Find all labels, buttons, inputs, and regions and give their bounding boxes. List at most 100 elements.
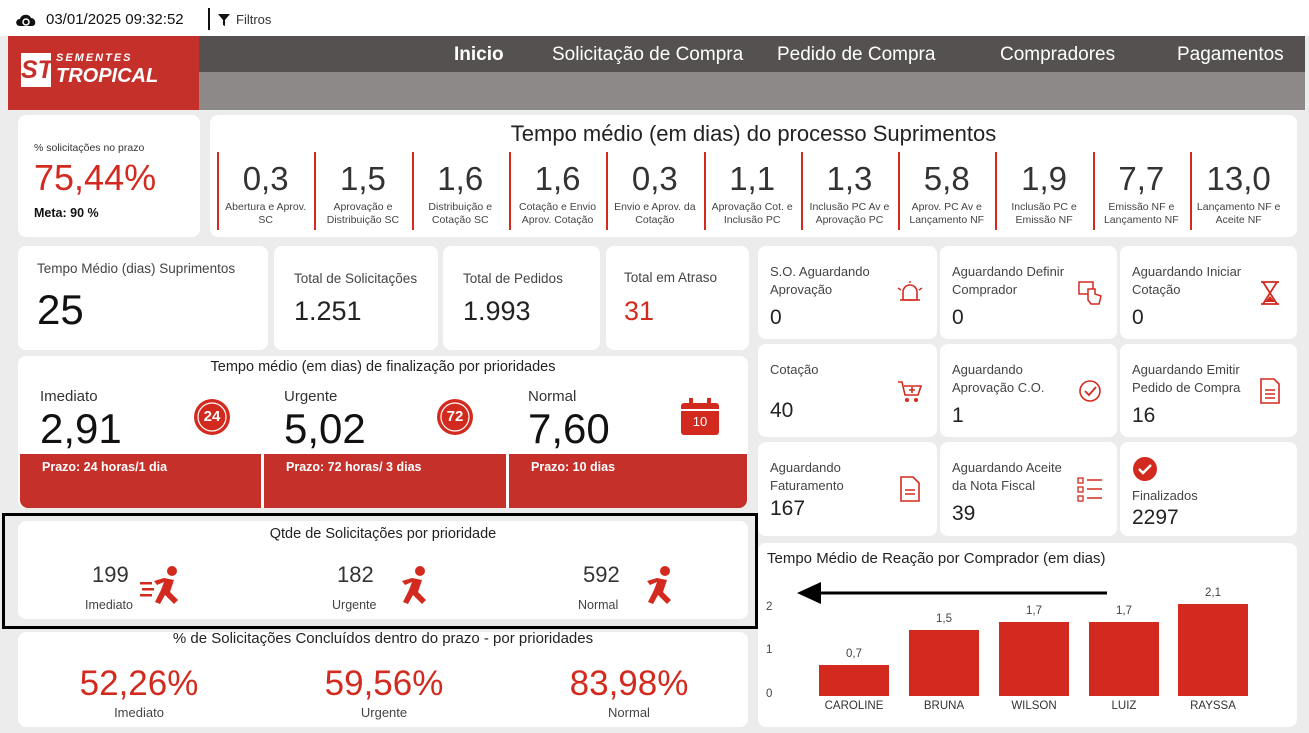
deadline-strip: Prazo: 72 horas/ 3 dias <box>264 454 506 508</box>
total-orders-value: 1.993 <box>463 296 531 326</box>
header: ST SEMENTES TROPICAL Inicio Solicitação … <box>8 36 1305 110</box>
alarm-bell-icon <box>897 281 923 301</box>
deadline-strip: Prazo: 24 horas/1 dia <box>20 454 261 508</box>
calendar-text: 10 <box>692 414 708 429</box>
status-card-label: Finalizados <box>1132 488 1198 503</box>
logo-line2: TROPICAL <box>56 65 159 87</box>
priority-pct-label: Normal <box>608 705 650 720</box>
priority-pct-label: Urgente <box>360 705 408 720</box>
stage-value: 1,5 <box>340 160 386 197</box>
stage-label: Inclusão PC e Emissão NF <box>1011 201 1077 226</box>
nav-solicitacao-compra[interactable]: Solicitação de Compra <box>552 44 743 66</box>
priority-pct-title: % de Solicitações Concluídos dentro do p… <box>172 630 594 647</box>
priority-count-value: 199 <box>92 562 129 587</box>
logo-mark: ST <box>21 53 53 87</box>
chart-bar[interactable] <box>1178 604 1248 696</box>
walking-icon <box>647 566 671 604</box>
clock-badge-text: 72 <box>446 408 464 425</box>
status-card-label: Aguardando Definir Comprador <box>952 264 1065 297</box>
bar-value-label: 0,7 <box>846 648 862 661</box>
hourglass-icon <box>1261 281 1279 305</box>
cart-add-icon <box>898 381 923 402</box>
top-toolbar: 03/01/2025 09:32:52 Filtros <box>0 0 1309 36</box>
deadline-kpi-target: Meta: 90 % <box>34 206 99 220</box>
total-orders-card: Total de Pedidos 1.993 <box>443 246 600 350</box>
stage-label: Emissão NF e Lançamento NF <box>1103 201 1179 226</box>
priority-pct-label: Imediato <box>114 705 164 720</box>
priority-pct-value: 59,56% <box>324 664 444 703</box>
logo-line1: SEMENTES <box>56 52 133 64</box>
status-card-value: 2297 <box>1132 506 1179 529</box>
deadline-kpi-label: % solicitações no prazo <box>34 142 145 154</box>
stage-label: Abertura e Aprov. SC <box>225 201 307 226</box>
chart-bar[interactable] <box>909 630 979 696</box>
y-tick-label: 0 <box>766 688 773 700</box>
priority-count-label: Imediato <box>85 598 133 612</box>
avg-time-card: Tempo Médio (dias) Suprimentos 25 <box>18 246 268 350</box>
status-card-label: Cotação <box>770 362 819 377</box>
running-icon <box>402 566 426 604</box>
document-icon <box>1260 378 1280 404</box>
stage-label: Distribuição e Cotação SC <box>428 201 493 226</box>
invoice-icon <box>900 476 920 502</box>
main-nav: Inicio Solicitação de Compra Pedido de C… <box>199 36 1305 72</box>
bar-value-label: 1,5 <box>936 613 952 626</box>
chart-bar[interactable] <box>819 665 889 696</box>
refresh-timestamp: 03/01/2025 09:32:52 <box>46 11 184 28</box>
priority-avg-value: 2,91 <box>40 405 122 452</box>
priority-count-value: 592 <box>583 562 620 587</box>
status-card-label: Aguardando Emitir Pedido de Compra <box>1132 362 1241 395</box>
total-requests-label: Total de Solicitações <box>294 271 418 286</box>
stage-label: Cotação e Envio Aprov. Cotação <box>519 201 597 226</box>
priority-label: Urgente <box>284 388 338 405</box>
stage-value: 5,8 <box>923 160 970 197</box>
x-tick-label: RAYSSA <box>1190 700 1236 712</box>
nav-pedido-compra[interactable]: Pedido de Compra <box>777 44 935 66</box>
check-badge-icon <box>1079 380 1101 402</box>
stage-value: 1,3 <box>826 160 873 197</box>
stage-label: Lançamento NF e Aceite NF <box>1196 201 1281 226</box>
status-card-value: 40 <box>770 399 794 422</box>
chart-title: Tempo Médio de Reação por Comprador (em … <box>767 550 1106 567</box>
process-title: Tempo médio (em dias) do processo Suprim… <box>510 121 997 146</box>
priority-avg-value: 5,02 <box>284 405 366 452</box>
total-orders-label: Total de Pedidos <box>463 271 563 286</box>
status-card-value: 1 <box>952 404 964 427</box>
priority-pct-value: 52,26% <box>79 664 199 703</box>
priority-time-title: Tempo médio (em dias) de finalização por… <box>210 359 556 375</box>
hand-pointer-icon <box>1078 281 1102 305</box>
x-tick-label: CAROLINE <box>824 700 884 712</box>
chart-bar[interactable] <box>999 621 1069 696</box>
cloud-refresh-icon[interactable] <box>14 10 38 28</box>
chart-bar[interactable] <box>1089 621 1159 696</box>
avg-time-value: 25 <box>37 286 84 333</box>
arrow-left-icon <box>797 582 1107 604</box>
y-tick-label: 1 <box>766 644 773 657</box>
priority-count-label: Normal <box>578 598 619 612</box>
stage-label: Aprov. PC Av e Lançamento NF <box>909 201 985 226</box>
priority-count-title: Qtde de Solicitações por prioridade <box>269 526 497 542</box>
nav-pagamentos[interactable]: Pagamentos <box>1177 44 1284 66</box>
status-card-value: 167 <box>770 497 806 520</box>
status-card-value: 39 <box>952 502 976 525</box>
stage-value: 0,3 <box>631 160 678 197</box>
running-fast-icon <box>140 566 178 604</box>
x-tick-label: BRUNA <box>923 700 965 712</box>
nav-compradores[interactable]: Compradores <box>1000 44 1115 66</box>
nav-inicio[interactable]: Inicio <box>454 44 504 66</box>
deadline-strip: Prazo: 10 dias <box>509 454 747 508</box>
checklist-icon <box>1077 477 1102 502</box>
total-late-label: Total em Atraso <box>624 270 718 285</box>
stage-value: 1,6 <box>437 160 484 197</box>
priority-label: Imediato <box>40 388 98 405</box>
bar-value-label: 2,1 <box>1205 587 1221 600</box>
filter-icon <box>218 13 230 26</box>
status-card-label: Aguardando Aceite da Nota Fiscal <box>952 460 1062 493</box>
stage-value: 7,7 <box>1118 160 1165 197</box>
total-requests-value: 1.251 <box>294 296 362 326</box>
status-card-label: Aguardando Iniciar Cotação <box>1132 264 1242 297</box>
filters-label: Filtros <box>236 12 272 27</box>
status-card-value: 0 <box>952 306 964 329</box>
filters-button[interactable]: Filtros <box>218 12 271 27</box>
y-tick-label: 2 <box>766 600 773 613</box>
